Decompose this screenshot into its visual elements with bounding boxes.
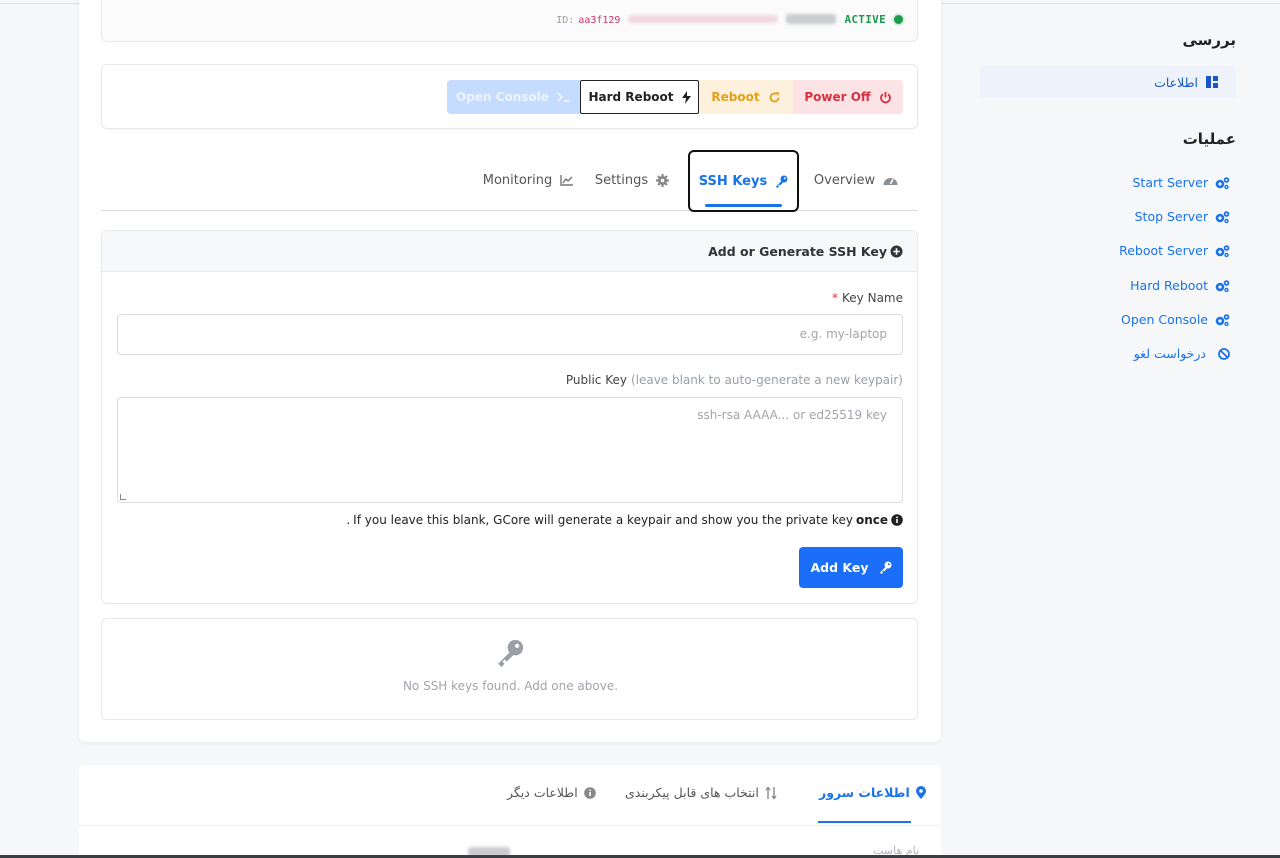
redacted-id: [628, 15, 779, 23]
cogs-icon: [1214, 313, 1230, 327]
actions-panel: Open Console Hard Reboot Reboot Power Of…: [101, 64, 918, 129]
id-label: ID:: [556, 15, 575, 26]
divider: [79, 825, 941, 826]
sidebar-item-label: Start Server: [1132, 175, 1208, 190]
sidebar-item-reboot-server[interactable]: Reboot Server: [1119, 243, 1230, 258]
required-marker: *: [832, 291, 839, 305]
tab-bar: Monitoring Settings SSH Keys Overview: [101, 150, 918, 212]
key-icon: [496, 639, 524, 667]
add-key-label: Add Key: [810, 560, 869, 575]
tab-configurable-label: انتخاب های قابل پیکربندی: [625, 785, 759, 800]
server-id: ID: aa3f129: [556, 12, 620, 26]
redacted-region: [786, 14, 837, 24]
cogs-icon: [1214, 279, 1230, 293]
sidebar-review-heading: بررسی: [1182, 31, 1236, 49]
cogs-icon: [1214, 210, 1230, 224]
power-off-label: Power Off: [804, 90, 871, 104]
terminal-icon: [557, 91, 571, 103]
form-header: Add or Generate SSH Key: [102, 231, 917, 272]
tab-ssh-keys-label: SSH Keys: [698, 173, 768, 189]
tab-overview[interactable]: Overview: [801, 150, 911, 210]
tab-server-info[interactable]: اطلاعات سرور: [819, 785, 926, 800]
tab-monitoring[interactable]: Monitoring: [473, 150, 583, 210]
cogs-icon: [1214, 244, 1230, 258]
empty-message: No SSH keys found. Add one above.: [402, 679, 619, 693]
info-circle-icon: [891, 514, 903, 526]
tab-monitoring-label: Monitoring: [482, 172, 553, 188]
sliders-icon: [765, 786, 777, 799]
plus-circle-icon: [890, 245, 903, 258]
bolt-icon: [681, 90, 691, 104]
key-name-label: Key Name: [842, 291, 903, 305]
sidebar-item-label: Hard Reboot: [1130, 278, 1208, 293]
tab-other-info-label: اطلاعات دیگر: [507, 785, 578, 800]
form-title: Add or Generate SSH Key: [708, 243, 887, 259]
open-console-label: Open Console: [456, 90, 549, 104]
power-off-button[interactable]: Power Off: [793, 80, 903, 114]
sidebar-item-label: Open Console: [1121, 312, 1208, 327]
ssh-keys-list-empty: No SSH keys found. Add one above.: [101, 618, 918, 720]
tab-settings-label: Settings: [594, 172, 649, 188]
reboot-button[interactable]: Reboot: [699, 80, 793, 114]
info-circle-icon: [583, 786, 596, 799]
status-dot-icon: [894, 14, 903, 24]
sidebar-item-label: Stop Server: [1134, 209, 1208, 224]
cogs-icon: [1214, 176, 1230, 190]
sidebar-item-open-console[interactable]: Open Console: [1121, 312, 1230, 327]
key-icon: [775, 175, 788, 188]
help-bold: once: [855, 513, 888, 527]
hard-reboot-label: Hard Reboot: [588, 90, 674, 104]
power-icon: [879, 91, 892, 104]
sidebar-item-stop-server[interactable]: Stop Server: [1135, 209, 1230, 224]
public-key-placeholder: ssh-rsa AAAA... or ed25519 key: [697, 408, 887, 422]
map-marker-icon: [915, 786, 926, 799]
public-key-label: Public Key: [565, 373, 627, 387]
add-ssh-key-panel: Add or Generate SSH Key * Key Name e.g. …: [101, 230, 918, 604]
sidebar-operations-heading: عملیات: [1182, 130, 1236, 148]
sidebar-item-info-label: اطلاعات: [1154, 74, 1198, 90]
active-tab-indicator: [818, 821, 911, 823]
public-key-hint: (leave blank to auto-generate a new keyp…: [630, 373, 903, 387]
status-row: ID: aa3f129 ACTIVE: [556, 12, 903, 26]
hard-reboot-button[interactable]: Hard Reboot: [580, 80, 699, 114]
sidebar-item-start-server[interactable]: Start Server: [1132, 175, 1230, 190]
redo-icon: [768, 91, 781, 104]
key-name-label-row: * Key Name: [832, 291, 903, 305]
active-tab-indicator: [705, 204, 782, 207]
tab-settings[interactable]: Settings: [586, 150, 678, 210]
tab-other-info[interactable]: اطلاعات دیگر: [507, 785, 596, 800]
gauge-icon: [883, 174, 898, 186]
tab-ssh-keys[interactable]: SSH Keys: [688, 150, 799, 212]
help-period: .: [346, 513, 351, 527]
sidebar-item-label: Reboot Server: [1119, 243, 1208, 258]
status-panel: ID: aa3f129 ACTIVE: [101, 0, 918, 42]
sidebar-item-cancel-request[interactable]: درخواست لغو: [1134, 346, 1230, 361]
help-message: If you leave this blank, GCore will gene…: [353, 513, 853, 527]
dashboard-icon: [1206, 76, 1218, 88]
tab-configurable-options[interactable]: انتخاب های قابل پیکربندی: [625, 785, 777, 800]
sidebar-item-info[interactable]: اطلاعات: [980, 66, 1236, 98]
tab-server-info-label: اطلاعات سرور: [819, 785, 910, 800]
public-key-textarea[interactable]: ssh-rsa AAAA... or ed25519 key: [117, 397, 903, 503]
id-value: aa3f129: [578, 15, 621, 26]
help-text: . If you leave this blank, GCore will ge…: [346, 513, 903, 527]
public-key-label-row: Public Key (leave blank to auto-generate…: [566, 373, 903, 387]
key-name-placeholder: e.g. my-laptop: [799, 327, 887, 341]
chart-line-icon: [560, 174, 574, 186]
server-info-card: اطلاعات دیگر انتخاب های قابل پیکربندی اط…: [79, 765, 941, 858]
gear-icon: [656, 173, 670, 187]
tab-overview-label: Overview: [813, 172, 876, 188]
reboot-label: Reboot: [711, 90, 760, 104]
resize-handle-icon[interactable]: [120, 494, 126, 500]
sidebar-item-hard-reboot[interactable]: Hard Reboot: [1130, 278, 1230, 293]
status-badge: ACTIVE: [844, 12, 886, 26]
key-icon: [879, 561, 892, 574]
open-console-button[interactable]: Open Console: [447, 80, 580, 114]
key-name-input[interactable]: e.g. my-laptop: [117, 314, 903, 355]
ban-icon: [1218, 347, 1230, 360]
add-key-button[interactable]: Add Key: [799, 547, 903, 588]
sidebar-item-label: درخواست لغو: [1133, 346, 1206, 361]
